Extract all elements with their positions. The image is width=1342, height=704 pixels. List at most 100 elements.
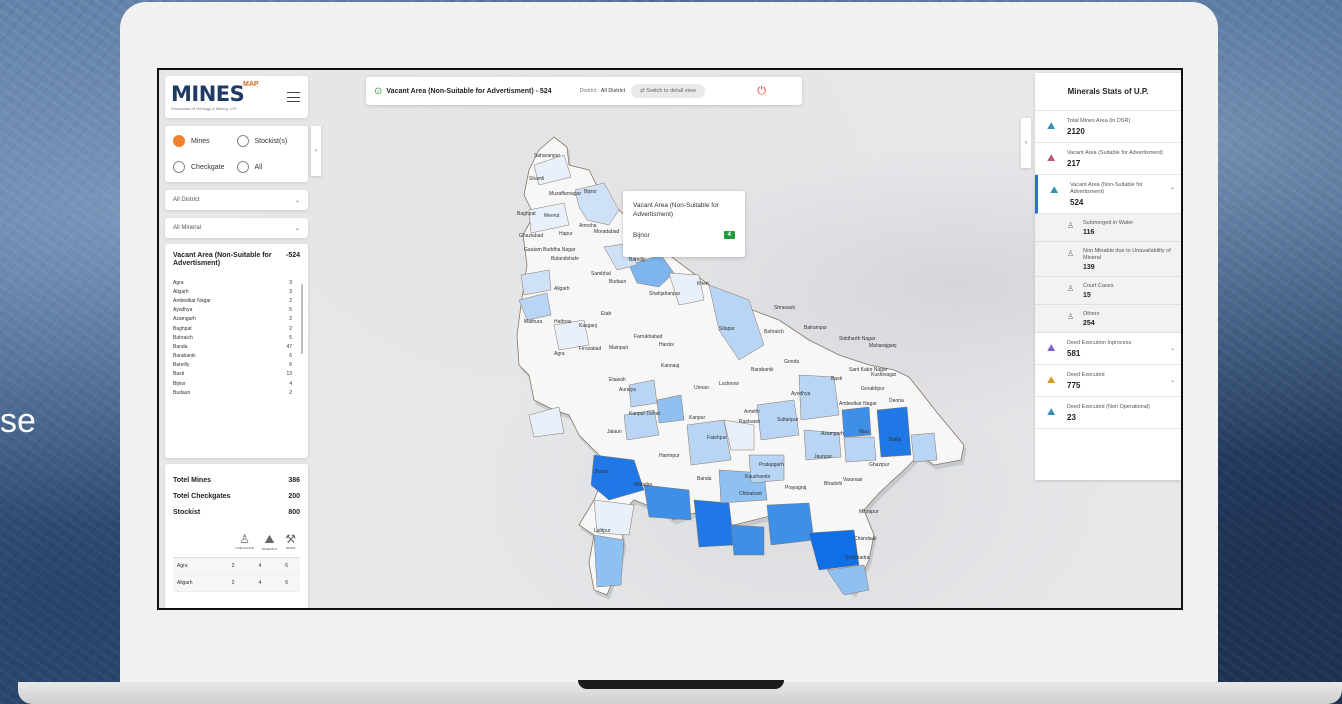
chevron-down-icon: ⌄ — [294, 225, 300, 232]
list-item[interactable]: Barabanki 6 — [173, 352, 300, 361]
district-label: Kheri — [697, 281, 709, 287]
stat-deed-executed[interactable]: ⛰ Deed Executed 775 ⌄ — [1035, 365, 1181, 397]
chevron-down-icon[interactable]: ⌄ — [1170, 377, 1175, 384]
switch-detail-view-button[interactable]: ⇄ Switch to detail view — [631, 84, 705, 98]
list-item-value: 2 — [289, 389, 292, 396]
list-item[interactable]: Budaun 2 — [173, 388, 300, 397]
district-label: Kushinagar — [871, 372, 897, 378]
district-label: Ambedkar Nagar — [839, 401, 877, 407]
mineral-select[interactable]: All Mineral ⌄ — [165, 218, 308, 238]
tooltip-value-badge: 4 — [723, 231, 735, 239]
mountain-icon: ⛰ — [1047, 153, 1056, 164]
district-label: Hapur — [559, 231, 573, 237]
chevron-up-icon[interactable]: ⌃ — [1170, 187, 1175, 194]
stat-vacant-non-suitable[interactable]: ⛰ Vacant Area (Non-Suitable for Advertis… — [1035, 175, 1181, 214]
list-item[interactable]: Ambedkar Nagar 2 — [173, 296, 300, 305]
others-icon: ♙ — [1067, 312, 1075, 321]
list-item-name: Bahraich — [173, 334, 193, 341]
side-text: se — [0, 402, 36, 440]
district-deoria — [910, 432, 938, 463]
district-label: Pratapgarh — [759, 462, 784, 468]
list-item-value: 47 — [286, 343, 292, 350]
list-item[interactable]: Bijnor 4 — [173, 379, 300, 388]
district-label: Hardoi — [659, 342, 674, 348]
hamburger-menu-icon[interactable] — [287, 92, 300, 102]
radio-empty-icon — [236, 161, 249, 173]
radio-checkgate[interactable]: Checkgate — [173, 156, 237, 178]
table-row: Aligarh 2 4 6 — [173, 575, 300, 592]
district-label: Bareilly — [629, 257, 646, 263]
list-item-name: Budaun — [173, 389, 191, 396]
list-item[interactable]: Bareilly 6 — [173, 361, 300, 370]
sub-others[interactable]: ♙ Others 254 — [1035, 305, 1181, 333]
list-item[interactable]: Ayodhya 5 — [173, 306, 300, 315]
app-logo: MINES — [171, 82, 245, 106]
water-icon: ♙ — [1067, 221, 1075, 230]
list-item-value: 5 — [289, 307, 292, 314]
district-label: Jaunpur — [814, 454, 832, 460]
district-label: Gorakhpur — [861, 386, 885, 392]
list-item-name: Agra — [173, 279, 184, 286]
district-label: Gonda — [784, 359, 799, 365]
stat-deed-non-operational[interactable]: ⛰ Deed Executed (Non Operational) 23 — [1035, 397, 1181, 429]
radio-stockists[interactable]: Stockist(s) — [236, 130, 301, 152]
mines-column-icon: ⚒ MINES — [285, 532, 296, 550]
list-item[interactable]: Agra 3 — [173, 278, 300, 287]
district-label: Balrampur — [804, 325, 827, 331]
stat-deed-inprocess[interactable]: ⛰ Deed Execution Inprocess 581 ⌄ — [1035, 333, 1181, 365]
collapse-right-panel-button[interactable]: › — [1021, 118, 1031, 168]
district-label: Gautam Buddha Nagar — [524, 247, 576, 253]
stat-vacant-suitable[interactable]: ⛰ Vacant Area (Suitable for Advertisment… — [1035, 143, 1181, 175]
list-item[interactable]: Azamgarh 2 — [173, 315, 300, 324]
stats-title: Minerals Stats of U.P. — [1035, 73, 1181, 111]
district-map[interactable]: Saharanpur Shamli Muzaffarnagar Bijnor Baghp… — [509, 115, 979, 608]
app-screen: Saharanpur Shamli Muzaffarnagar Bijnor Baghp… — [157, 68, 1183, 610]
district-label: Ayodhya — [791, 391, 811, 397]
district-label: Etah — [601, 311, 612, 317]
district-ambedkar — [843, 436, 877, 463]
sub-submerged[interactable]: ♙ Submerged in Water 116 — [1035, 214, 1181, 242]
district-label: Aligarh — [554, 286, 570, 292]
list-item-name: Ambedkar Nagar — [173, 297, 211, 304]
district-banda — [693, 499, 735, 548]
district-label: Mathura — [524, 319, 543, 325]
list-item[interactable]: Banda 47 — [173, 342, 300, 351]
chevron-down-icon: ⌄ — [294, 197, 300, 204]
checkgate-column-icon: ♙ CHECKGATE — [235, 532, 254, 550]
location-pin-icon: ⊙ — [374, 85, 383, 97]
list-item-name: Azamgarh — [173, 316, 196, 323]
district-label: Baghpat — [517, 211, 536, 217]
sub-non-minable[interactable]: ♙ Non Minable due to Unavailability of M… — [1035, 242, 1181, 277]
district-label: Chitrakoot — [739, 491, 762, 497]
list-item[interactable]: Baghpat 2 — [173, 324, 300, 333]
radio-all[interactable]: All — [236, 156, 301, 178]
chevron-down-icon[interactable]: ⌄ — [1170, 345, 1175, 352]
district-hamirpur — [643, 484, 692, 521]
district-label: Shravasti — [774, 305, 795, 311]
district-label: Muzaffarnagar — [549, 191, 581, 197]
district-label: Sitapur — [719, 326, 735, 332]
radio-empty-icon — [236, 135, 249, 147]
district-label: Deoria — [889, 398, 904, 404]
power-icon[interactable]: ⏻ — [757, 85, 766, 98]
district-label: Firozabad — [579, 346, 601, 352]
district-label: Meerut — [544, 213, 560, 219]
list-item[interactable]: Basti 13 — [173, 370, 300, 379]
district-label: Hamirpur — [659, 453, 680, 459]
district-select[interactable]: All District ⌄ — [165, 190, 308, 210]
radio-mines[interactable]: Mines — [173, 130, 237, 152]
district-label: Ghazipur — [869, 462, 890, 468]
district-lalitpur — [593, 534, 625, 588]
sub-court-cases[interactable]: ♙ Court Cases 15 — [1035, 277, 1181, 305]
collapse-left-panel-button[interactable]: ‹ — [311, 126, 321, 176]
district-label: Sonbhadra — [845, 555, 870, 561]
list-item[interactable]: Bahraich 5 — [173, 333, 300, 342]
district-label: Mau — [859, 429, 869, 435]
list-item-value: 2 — [289, 325, 292, 332]
stat-total-mines-area[interactable]: ⛰ Total Mines Area (in DSR) 2120 — [1035, 111, 1181, 143]
district-indicator: District : All District — [579, 88, 626, 94]
list-item[interactable]: Aligarh 3 — [173, 287, 300, 296]
scrollbar[interactable] — [301, 284, 303, 354]
list-item-value: 6 — [289, 353, 292, 360]
court-icon: ♙ — [1067, 284, 1075, 293]
